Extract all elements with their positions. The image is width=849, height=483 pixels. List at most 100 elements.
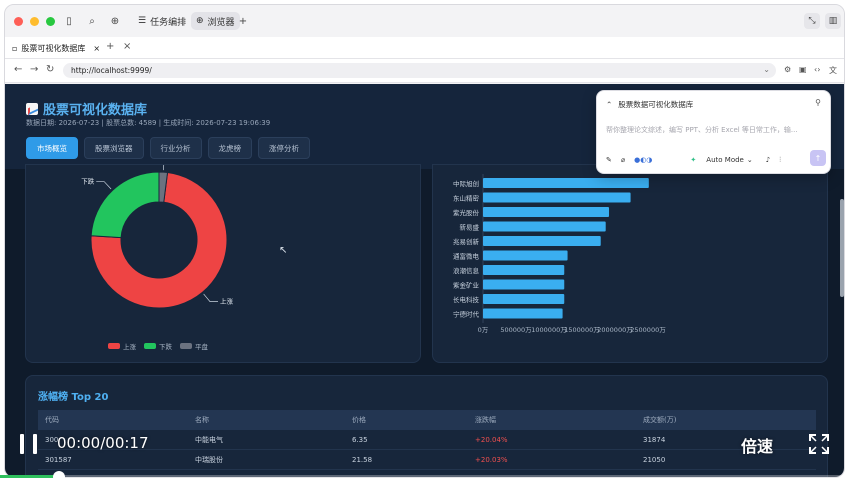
column-header-turnover[interactable]: 成交额(万)	[643, 415, 813, 425]
market-breadth-panel: 上涨下跌平盘 上涨 下跌 平盘 ↖	[25, 164, 421, 363]
ai-assistant-popup: ⌃ 股票数据可视化数据库 ⚲ 帮你整理论文综述，编写 PPT、分析 Excel …	[596, 90, 831, 174]
legend-item-flat[interactable]: 平盘	[180, 341, 208, 351]
list-icon: ☰	[138, 16, 147, 26]
tab-industry-analysis[interactable]: 行业分析	[149, 137, 202, 159]
reload-icon[interactable]: ↻	[46, 64, 54, 75]
legend-item-down[interactable]: 下跌	[144, 341, 172, 351]
integrations-icon[interactable]: ●◐◑	[634, 156, 652, 164]
tab-market-overview[interactable]: 市场概览	[26, 137, 78, 159]
category-label: 通富微电	[453, 252, 480, 261]
pie-label-line	[163, 165, 165, 171]
microphone-icon[interactable]: ♪	[766, 156, 770, 164]
playback-speed-button[interactable]: 倍速	[741, 433, 773, 457]
turnover-panel: 中际旭创 东山精密 紫光股份 新易盛 兆易创新 通富微电 浪潮信息 紫金矿业 长电科技 宁德时代 0…	[432, 164, 828, 363]
top20-table: 代码 名称 价格 涨跌幅 成交额(万) 300 中能电气 6.35 +20.04…	[38, 410, 816, 470]
video-time: 00:00/00:17	[57, 434, 149, 452]
bar	[483, 207, 610, 217]
tab-browser[interactable]: ⊕ 浏览器	[191, 12, 240, 30]
close-window-icon[interactable]	[14, 16, 23, 26]
sparkle-icon[interactable]: ✦	[690, 156, 696, 164]
collapse-icon[interactable]: ⤡	[804, 13, 820, 29]
column-header-change[interactable]: 涨跌幅	[475, 415, 643, 425]
column-header-price[interactable]: 价格	[352, 415, 475, 425]
new-item-icon[interactable]: ⊕	[108, 14, 122, 28]
x-tick-label: 1500000万	[564, 326, 600, 334]
send-button[interactable]: ↑	[810, 150, 826, 166]
legend-swatch	[144, 343, 156, 349]
cell-code: 301587	[45, 455, 72, 464]
translate-icon[interactable]: 文	[829, 65, 837, 76]
mouse-cursor-icon: ↖	[279, 245, 288, 256]
chevron-down-icon[interactable]: ⌄	[763, 65, 770, 74]
close-icon[interactable]: ×	[123, 41, 131, 52]
zoom-window-icon[interactable]	[46, 16, 55, 26]
scrollbar[interactable]	[840, 199, 844, 297]
mode-select[interactable]: Auto Mode	[706, 156, 744, 164]
legend-label: 上涨	[123, 343, 136, 351]
tab-dragon-tiger[interactable]: 龙虎榜	[207, 137, 252, 159]
tab-task-orchestration[interactable]: ☰ 任务编排	[133, 12, 191, 30]
back-icon[interactable]: ←	[14, 64, 22, 75]
page-subtitle: 数据日期: 2026-07-23 | 股票总数: 4589 | 生成时间: 20…	[26, 119, 271, 127]
page-title-text: 股票可视化数据库	[43, 103, 148, 118]
ai-title[interactable]: ⌃ 股票数据可视化数据库	[606, 99, 693, 110]
bar	[483, 250, 568, 261]
video-scrubber-handle[interactable]	[53, 471, 66, 483]
cell-change: +20.03%	[475, 455, 508, 464]
chevron-up-icon[interactable]: ⌃	[606, 100, 612, 109]
fullscreen-icon[interactable]	[808, 433, 830, 455]
app-nav-tabs: 市场概览 股票浏览器 行业分析 龙虎榜 涨停分析	[26, 137, 310, 159]
waveform-icon[interactable]: ⫶	[779, 156, 781, 165]
split-view-icon[interactable]: ▥	[825, 13, 841, 29]
search-icon[interactable]: ⌕	[85, 14, 99, 28]
x-tick-label: 0万	[478, 326, 489, 334]
legend-item-up[interactable]: 上涨	[108, 341, 136, 351]
tab-label: 任务编排	[150, 17, 187, 28]
tab-limit-up[interactable]: 涨停分析	[258, 137, 310, 159]
column-header-name[interactable]: 名称	[195, 415, 352, 425]
pause-button[interactable]	[20, 434, 37, 454]
code-icon[interactable]: ‹›	[814, 65, 820, 74]
category-label: 兆易创新	[453, 237, 480, 246]
bar	[483, 294, 565, 304]
address-bar[interactable]: http://localhost:9999/ ⌄	[63, 63, 776, 78]
cell-turnover: 31874	[643, 435, 666, 444]
pin-icon[interactable]: ⚲	[815, 98, 821, 107]
table-row[interactable]: 300 中能电气 6.35 +20.04% 31874	[38, 430, 816, 450]
ai-toolbar: ✎ ⌀ ●◐◑ ✦ Auto Mode ⌄ ♪ ⫶	[606, 153, 823, 167]
column-header-code[interactable]: 代码	[38, 415, 195, 425]
attach-icon[interactable]: ⌀	[621, 156, 625, 164]
bar	[483, 178, 649, 188]
pie-label-line	[96, 181, 112, 190]
window-controls	[14, 16, 55, 26]
bar-chart: 中际旭创东山精密紫光股份新易盛兆易创新通富微电浪潮信息紫金矿业长电科技宁德时代 0…	[453, 174, 666, 334]
category-label: 宁德时代	[453, 310, 480, 319]
tab-stock-browser[interactable]: 股票浏览器	[84, 137, 144, 159]
new-tab-icon[interactable]: +	[106, 41, 114, 52]
donut-chart: 上涨下跌平盘	[81, 165, 233, 309]
pie-label-line	[203, 293, 218, 302]
address-row: ← → ↻ http://localhost:9999/ ⌄ ⚙ ▣ ‹› 文	[5, 59, 844, 83]
legend-label: 下跌	[159, 343, 172, 351]
legend-swatch	[180, 343, 192, 349]
settings-icon[interactable]: ⚙	[784, 65, 791, 74]
tab-label: 浏览器	[207, 17, 235, 28]
cell-change: +20.04%	[475, 435, 508, 444]
compose-icon[interactable]: ✎	[606, 156, 612, 164]
x-tick-label: 500000万	[500, 326, 532, 334]
screenshot-icon[interactable]: ▣	[799, 65, 807, 74]
chevron-down-icon[interactable]: ⌄	[747, 156, 753, 164]
sidebar-toggle-icon[interactable]: ▯	[62, 14, 76, 28]
add-tab-icon[interactable]: +	[236, 14, 250, 28]
close-tab-icon[interactable]: ×	[93, 44, 100, 53]
pause-bar	[20, 434, 24, 454]
ai-prompt-input[interactable]: 帮你整理论文综述，编写 PPT、分析 Excel 等日常工作，输...	[606, 125, 798, 135]
minimize-window-icon[interactable]	[30, 16, 39, 26]
category-label: 新易盛	[460, 223, 480, 232]
video-progress-bar[interactable]	[0, 475, 849, 478]
forward-icon[interactable]: →	[30, 64, 38, 75]
cell-turnover: 21050	[643, 455, 666, 464]
x-tick-label: 1000000万	[531, 326, 567, 334]
page-tab[interactable]: ▫ 股票可视化数据库 ×	[9, 40, 101, 57]
table-row[interactable]: 301587 中瑞股份 21.58 +20.03% 21050	[38, 450, 816, 470]
